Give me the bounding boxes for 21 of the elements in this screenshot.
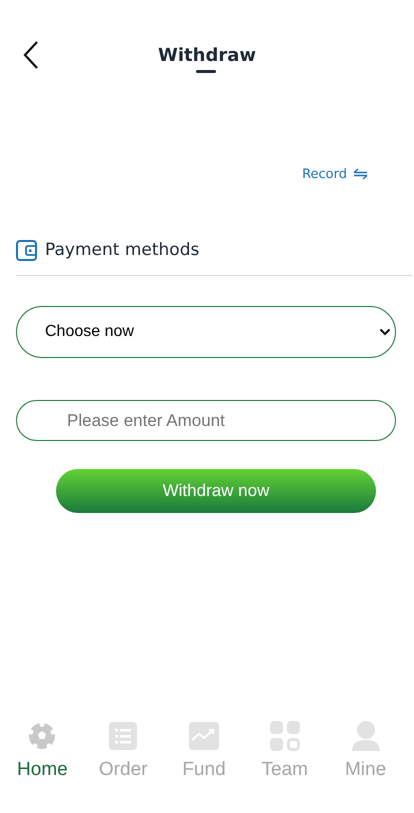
ball-icon: [28, 722, 56, 750]
wallet-icon: [16, 240, 37, 260]
page-title: Withdraw: [158, 44, 256, 68]
withdraw-button[interactable]: Withdraw now: [56, 469, 376, 513]
payment-method-select[interactable]: Choose now: [16, 306, 396, 358]
record-link[interactable]: Record: [302, 164, 368, 184]
swap-icon: [353, 168, 368, 180]
tab-item[interactable]: Order: [82, 721, 164, 805]
list-icon: [109, 722, 138, 750]
person-icon: [352, 721, 380, 751]
amount-input[interactable]: Please enter Amount: [16, 400, 396, 441]
grid-icon: [270, 721, 300, 751]
tab-item[interactable]: Team: [244, 721, 326, 805]
tab-item[interactable]: Fund: [164, 721, 244, 805]
tab-item[interactable]: Home: [2, 721, 83, 805]
section-title: Payment methods: [45, 240, 200, 260]
chevron-down-icon: [379, 328, 391, 336]
chart-icon: [188, 722, 219, 750]
back-button[interactable]: [22, 40, 40, 70]
title-underline: [196, 70, 216, 73]
tab-item[interactable]: Mine: [325, 721, 406, 805]
